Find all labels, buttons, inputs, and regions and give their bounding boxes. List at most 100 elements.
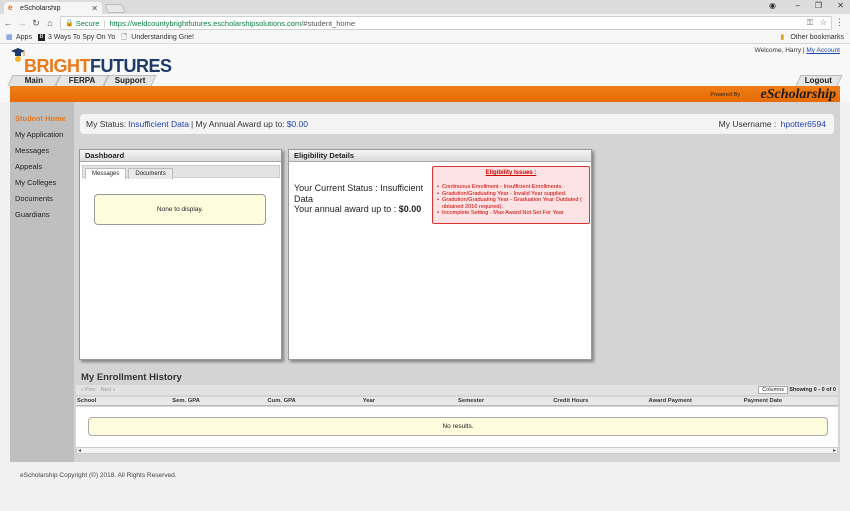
sidebar-item-appeals[interactable]: Appeals — [10, 159, 74, 175]
scroll-left-icon[interactable]: ◂ — [78, 447, 81, 454]
header-orange-bar: Powered By eScholarship — [10, 86, 840, 102]
column-header-payment-date[interactable]: Payment Date — [743, 397, 838, 405]
nav-tab-support[interactable]: Support — [103, 75, 157, 86]
logout-label: Logout — [805, 76, 833, 85]
bookmark-item-2[interactable]: 🗋 Understanding Grie! — [121, 34, 194, 41]
nav-tab-ferpa[interactable]: FERPA — [55, 75, 109, 86]
award-label: | My Annual Award up to: — [190, 119, 285, 129]
escholarship-logo: eScholarship — [760, 87, 836, 102]
award-value: $0.00 — [286, 119, 308, 129]
close-window-icon[interactable]: ✕ — [837, 1, 844, 10]
sidebar-item-student-home[interactable]: Student Home — [10, 111, 74, 127]
dashboard-panel: Dashboard Messages Documents None to dis… — [79, 149, 282, 360]
sidebar-item-messages[interactable]: Messages — [10, 143, 74, 159]
annual-award-value: $0.00 — [398, 204, 422, 214]
lock-icon: 🔒 — [65, 20, 74, 27]
next-page-link[interactable]: Next » — [101, 387, 115, 393]
logo-text: BRIGHTFUTURES — [24, 56, 172, 77]
username: My Username : hpotter6594 — [719, 119, 828, 129]
logout-button[interactable]: Logout — [795, 75, 843, 86]
username-value: hpotter6594 — [780, 119, 826, 129]
new-tab-button[interactable] — [104, 4, 126, 13]
eligibility-summary: Your Current Status : Insufficient Data … — [294, 183, 432, 215]
eligibility-panel: Eligibility Details Your Current Status … — [288, 149, 592, 360]
dashboard-empty-message: None to display. — [94, 194, 266, 225]
bookmark-item-2-label: Understanding Grie! — [131, 34, 194, 41]
sidebar-item-my-application[interactable]: My Application — [10, 127, 74, 143]
tab-messages[interactable]: Messages — [85, 168, 127, 179]
enrollment-toolbar: « Prev Next » Columns Showing 0 - 0 of 0 — [76, 385, 838, 395]
bookmark-item-1[interactable]: B 3 Ways To Spy On Yo — [37, 34, 116, 41]
bookmark-apps-label: Apps — [16, 34, 32, 41]
key-icon[interactable]: ⚿ — [807, 18, 813, 28]
back-icon[interactable]: ← — [2, 18, 14, 28]
prev-page-link[interactable]: « Prev — [81, 387, 95, 393]
current-status-text: Your Current Status : Insufficient Data — [294, 183, 424, 204]
powered-by-label: Powered By — [710, 92, 740, 98]
bright-futures-logo[interactable]: BRIGHTFUTURES — [10, 47, 172, 77]
apps-grid-icon: ▦ — [6, 34, 13, 41]
star-icon[interactable]: ☆ — [820, 18, 827, 27]
browser-tab-title: eScholarship — [20, 4, 61, 12]
scroll-right-icon[interactable]: ▸ — [833, 447, 836, 454]
eligibility-issues-list: Continuous Enrollment - Insufficient Enr… — [437, 184, 589, 217]
status-bar: My Status: Insufficient Data | My Annual… — [80, 114, 834, 134]
browser-tab-bar: e eScholarship ✕ ◉ – ❐ ✕ — [0, 0, 850, 14]
bookmarks-bar: ▦ Apps B 3 Ways To Spy On Yo 🗋 Understan… — [0, 32, 850, 44]
main-area: Student Home My Application Messages App… — [10, 102, 840, 462]
secure-label: Secure — [75, 18, 100, 28]
nav-tab-main[interactable]: Main — [7, 75, 61, 86]
nav-tab-ferpa-label: FERPA — [68, 76, 96, 85]
home-icon[interactable]: ⌂ — [44, 18, 56, 28]
minimize-icon[interactable]: – — [796, 1, 800, 10]
bookmark-b-icon: B — [37, 34, 45, 41]
url-host: https://weldcountybrightfutures.escholar… — [109, 18, 302, 28]
main-nav: Main FERPA Support — [7, 75, 157, 86]
sidebar-item-guardians[interactable]: Guardians — [10, 207, 74, 223]
welcome-message: Welcome, Harry | My Account — [755, 47, 840, 54]
column-header-school[interactable]: School — [76, 397, 171, 405]
eligibility-issues-title: Eligibility Issues : — [485, 170, 537, 176]
address-separator: | — [103, 18, 106, 28]
forward-icon[interactable]: → — [16, 18, 28, 28]
no-results-message: No results. — [88, 417, 828, 436]
menu-icon[interactable]: ⋮ — [835, 17, 844, 28]
restore-icon[interactable]: ❐ — [815, 1, 822, 10]
column-header-award-payment[interactable]: Award Payment — [648, 397, 743, 405]
horizontal-scrollbar[interactable]: ◂ ▸ — [76, 447, 838, 454]
browser-toolbar: ← → ↻ ⌂ 🔒 Secure | https://weldcountybri… — [0, 14, 850, 32]
columns-button[interactable]: Columns — [758, 386, 788, 394]
page-icon: 🗋 — [121, 34, 127, 41]
enrollment-history-title: My Enrollment History — [81, 372, 182, 383]
enrollment-table-body: No results. — [76, 407, 838, 447]
url-path: /#student_home — [301, 18, 356, 28]
bookmark-item-1-label: 3 Ways To Spy On Yo — [47, 34, 116, 41]
column-header-credit-hours[interactable]: Credit Hours — [552, 397, 647, 405]
column-header-year[interactable]: Year — [362, 397, 457, 405]
dashboard-tabs: Messages Documents — [82, 165, 280, 179]
site-header: BRIGHTFUTURES Welcome, Harry | My Accoun… — [0, 44, 850, 102]
profile-icon[interactable]: ◉ — [769, 1, 776, 10]
logo-futures: FUTURES — [90, 56, 172, 76]
eligibility-title: Eligibility Details — [289, 150, 591, 162]
my-account-link[interactable]: My Account — [806, 47, 840, 54]
column-header-semester[interactable]: Semester — [457, 397, 552, 405]
reload-icon[interactable]: ↻ — [30, 18, 42, 29]
bookmark-other-label: Other bookmarks — [790, 34, 844, 41]
column-header-cum-gpa[interactable]: Cum. GPA — [267, 397, 362, 405]
welcome-text: Welcome, Harry | — [754, 47, 805, 54]
sidebar-item-my-colleges[interactable]: My Colleges — [10, 175, 74, 191]
sidebar-item-documents[interactable]: Documents — [10, 191, 74, 207]
footer-copyright: eScholarship Copyright (©) 2018. All Rig… — [20, 472, 177, 479]
tab-documents[interactable]: Documents — [128, 168, 173, 179]
bookmark-apps[interactable]: ▦ Apps — [6, 34, 32, 41]
close-tab-icon[interactable]: ✕ — [91, 4, 98, 13]
bookmark-other[interactable]: ▮ Other bookmarks — [780, 34, 844, 41]
browser-tab[interactable]: e eScholarship ✕ — [4, 2, 102, 14]
column-header-sem-gpa[interactable]: Sem. GPA — [171, 397, 266, 405]
sidebar: Student Home My Application Messages App… — [10, 102, 74, 462]
address-bar[interactable]: 🔒 Secure | https://weldcountybrightfutur… — [60, 16, 832, 30]
my-status-value: Insufficient Data — [128, 119, 189, 129]
folder-icon: ▮ — [780, 34, 785, 41]
logo-bright: BRIGHT — [24, 56, 91, 76]
